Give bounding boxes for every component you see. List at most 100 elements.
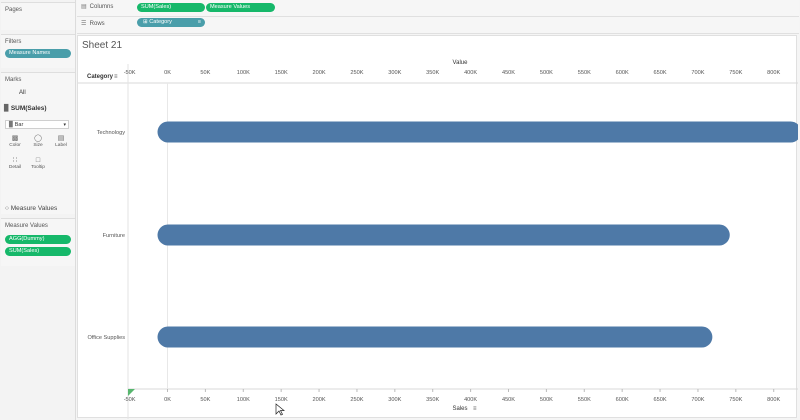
top-tick-label: 400K: [464, 70, 477, 76]
bottom-tick-label: 800K: [767, 397, 780, 403]
bottom-tick-label: 400K: [464, 397, 477, 403]
columns-icon: ▤: [81, 4, 87, 10]
top-tick-label: 650K: [654, 70, 667, 76]
marks-measure-tab[interactable]: ▉ SUM(Sales): [4, 104, 47, 112]
marks-card: Marks All ▉ SUM(Sales) ▉ Bar ▾ ▩ Color ◯…: [1, 72, 75, 214]
columns-shelf: ▤ Columns SUM(Sales) Measure Values: [77, 0, 799, 17]
bottom-tick-label: 550K: [578, 397, 591, 403]
top-tick-label: 600K: [616, 70, 629, 76]
filter-pill-measure-names[interactable]: Measure Names: [5, 49, 71, 58]
marks-measure-label: SUM(Sales): [10, 105, 47, 112]
top-tick-label: 350K: [426, 70, 439, 76]
circle-icon: ○: [5, 205, 9, 212]
bottom-tick-label: 350K: [426, 397, 439, 403]
drop-indicator-icon: [128, 389, 135, 396]
top-tick-label: 700K: [691, 70, 704, 76]
measure-values-mark-row[interactable]: ○ Measure Values: [5, 205, 57, 212]
measure-pill-sum-sales[interactable]: SUM(Sales): [5, 247, 71, 256]
pages-card: Pages: [1, 2, 75, 30]
bar[interactable]: [157, 326, 713, 348]
top-tick-label: -50K: [124, 70, 136, 76]
filters-card: Filters Measure Names: [1, 34, 75, 68]
top-tick-label: 100K: [237, 70, 250, 76]
bar-chart-icon: ▉: [4, 105, 9, 112]
chevron-down-icon: ▾: [63, 122, 66, 128]
top-tick-label: 450K: [502, 70, 515, 76]
top-tick-label: 550K: [578, 70, 591, 76]
rows-pill-category-label: Category: [149, 19, 172, 25]
top-tick-label: 200K: [313, 70, 326, 76]
rows-pill-category[interactable]: ⊞ Category ≡: [137, 18, 205, 27]
columns-pill-sum-sales[interactable]: SUM(Sales): [137, 3, 205, 12]
category-label: Office Supplies: [87, 335, 125, 341]
bottom-tick-label: 200K: [313, 397, 326, 403]
top-tick-label: 150K: [275, 70, 288, 76]
tooltip-label: Tooltip: [31, 165, 45, 170]
columns-label: Columns: [89, 4, 114, 10]
top-tick-label: 800K: [767, 70, 780, 76]
tooltip-icon: □: [35, 157, 41, 164]
bottom-tick-label: 700K: [691, 397, 704, 403]
bar-chart: ValueSales ≡Category ≡-50K-50K0K0K50K50K10…: [78, 60, 799, 419]
bottom-tick-label: 450K: [502, 397, 515, 403]
pages-title: Pages: [5, 7, 23, 13]
bar-icon: ▉: [9, 122, 14, 128]
top-tick-label: 500K: [540, 70, 553, 76]
rows-shelf: ☰ Rows ⊞ Category ≡: [77, 17, 799, 34]
label-label: Label: [55, 143, 67, 148]
columns-pill-measure-values[interactable]: Measure Values: [206, 3, 275, 12]
bar[interactable]: [157, 224, 730, 246]
left-panel: Pages Filters Measure Names Marks All ▉ …: [0, 0, 76, 420]
top-tick-label: 50K: [200, 70, 210, 76]
top-axis-title: Value: [453, 60, 469, 66]
rows-label: Rows: [89, 21, 105, 27]
sort-icon[interactable]: ≡: [473, 406, 477, 412]
size-icon: ◯: [34, 135, 42, 142]
worksheet: Sheet 21 Value Sales ≡ Category ≡ -50K -50K 0K 0…: [77, 35, 799, 419]
sort-icon: ≡: [197, 19, 201, 25]
color-icon: ▩: [11, 135, 19, 142]
rows-icon: ☰: [81, 21, 87, 27]
row-header-label: Category: [87, 74, 114, 80]
mark-type-dropdown[interactable]: ▉ Bar ▾: [5, 120, 69, 129]
bar[interactable]: [157, 121, 799, 143]
size-label: Size: [33, 143, 43, 148]
measure-values-card: Measure Values AGG(Dummy) SUM(Sales): [1, 218, 75, 266]
detail-button[interactable]: ∷ Detail: [5, 156, 25, 174]
bottom-tick-label: 600K: [616, 397, 629, 403]
mark-type-label: Bar: [14, 122, 24, 128]
measure-values-mark-label: Measure Values: [10, 205, 58, 212]
bottom-tick-label: 500K: [540, 397, 553, 403]
label-icon: ▤: [57, 135, 65, 142]
marks-all-tab[interactable]: All: [19, 90, 26, 96]
measure-pill-agg-dummy[interactable]: AGG(Dummy): [5, 235, 71, 244]
measure-values-title: Measure Values: [5, 223, 48, 229]
detail-icon: ∷: [12, 157, 18, 164]
bottom-axis-title[interactable]: Sales: [452, 406, 467, 412]
bottom-tick-label: -50K: [124, 397, 136, 403]
bottom-tick-label: 50K: [200, 397, 210, 403]
mouse-cursor-icon: [275, 403, 285, 416]
size-button[interactable]: ◯ Size: [28, 134, 48, 152]
bottom-tick-label: 650K: [654, 397, 667, 403]
bottom-tick-label: 750K: [729, 397, 742, 403]
bottom-tick-label: 300K: [388, 397, 401, 403]
category-label: Technology: [97, 130, 126, 136]
bottom-tick-label: 0K: [164, 397, 171, 403]
top-tick-label: 750K: [729, 70, 742, 76]
bottom-tick-label: 250K: [350, 397, 363, 403]
plus-icon: ⊞: [143, 19, 148, 25]
tooltip-button[interactable]: □ Tooltip: [28, 156, 48, 174]
label-button[interactable]: ▤ Label: [51, 134, 71, 152]
color-label: Color: [9, 143, 21, 148]
category-label: Furniture: [103, 233, 125, 239]
sort-icon[interactable]: ≡: [114, 74, 118, 80]
top-tick-label: 300K: [388, 70, 401, 76]
detail-label: Detail: [8, 165, 22, 170]
filters-title: Filters: [5, 39, 22, 45]
color-button[interactable]: ▩ Color: [5, 134, 25, 152]
columns-shelf-label: ▤ Columns: [81, 0, 113, 15]
bottom-tick-label: 150K: [275, 397, 288, 403]
bottom-tick-label: 100K: [237, 397, 250, 403]
marks-title: Marks: [5, 77, 22, 83]
